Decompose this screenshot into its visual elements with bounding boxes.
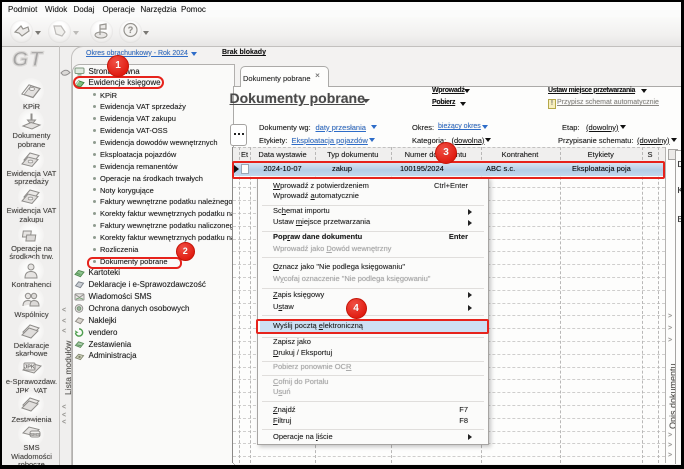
svg-text:?: ?: [128, 25, 134, 35]
svg-text:JPK: JPK: [24, 365, 35, 371]
svg-text:SMS: SMS: [30, 432, 40, 437]
